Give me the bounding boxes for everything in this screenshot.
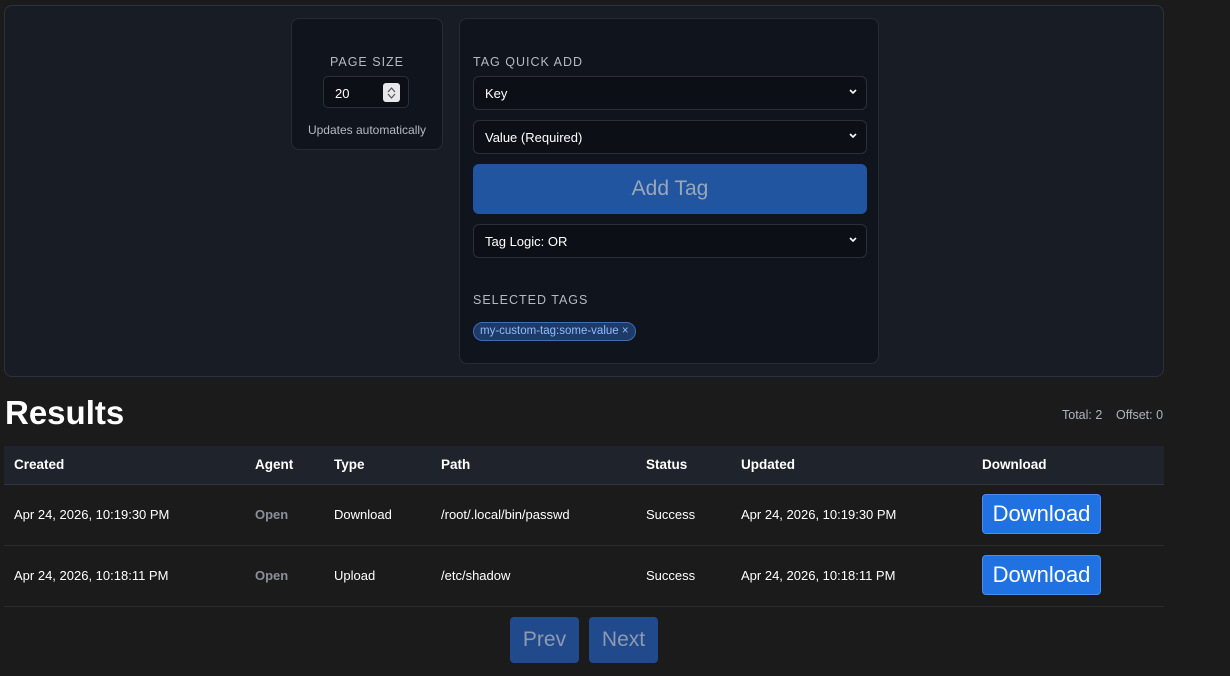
chevron-down-icon — [849, 89, 857, 95]
column-header-updated: Updated — [741, 457, 795, 472]
column-header-type: Type — [334, 457, 365, 472]
spinner-icon[interactable] — [383, 83, 400, 102]
tag-logic-select[interactable]: Tag Logic: OR — [473, 224, 867, 258]
page-size-card: PAGE SIZE 20 Updates automatically — [291, 18, 443, 150]
cell-updated: Apr 24, 2026, 10:19:30 PM — [741, 507, 897, 522]
results-table: Created Agent Type Path Status Updated D… — [4, 446, 1164, 607]
cell-type: Upload — [334, 568, 376, 583]
table-header: Created Agent Type Path Status Updated D… — [4, 446, 1164, 485]
page-size-input[interactable]: 20 — [323, 76, 409, 108]
tag-quick-add-card: TAG QUICK ADD Key Value (Required) Add T… — [459, 18, 879, 364]
column-header-status: Status — [646, 457, 688, 472]
results-title: Results — [5, 394, 125, 431]
column-header-created: Created — [14, 457, 65, 472]
cell-path: /root/.local/bin/passwd — [441, 507, 570, 522]
chevron-down-icon — [849, 237, 857, 243]
column-header-download: Download — [982, 457, 1047, 472]
value-select-value: Value (Required) — [485, 130, 583, 145]
total-count: Total: 2 — [1062, 408, 1103, 422]
page-size-hint: Updates automatically — [307, 123, 427, 137]
tag-logic-value: Tag Logic: OR — [485, 234, 568, 249]
download-button[interactable]: Download — [982, 494, 1101, 534]
cell-created: Apr 24, 2026, 10:18:11 PM — [14, 568, 169, 583]
column-header-path: Path — [441, 457, 471, 472]
page-size-label: PAGE SIZE — [329, 55, 405, 69]
prev-button[interactable]: Prev — [510, 617, 579, 663]
selected-tags-label: SELECTED TAGS — [473, 293, 589, 307]
cell-status: Success — [646, 507, 696, 522]
column-header-agent: Agent — [255, 457, 294, 472]
page-size-value: 20 — [335, 86, 350, 101]
download-button[interactable]: Download — [982, 555, 1101, 595]
tag-quick-add-label: TAG QUICK ADD — [473, 55, 584, 69]
key-select[interactable]: Key — [473, 76, 867, 110]
add-tag-button[interactable]: Add Tag — [473, 164, 867, 214]
table-row: Apr 24, 2026, 10:19:30 PM Open Download … — [4, 485, 1164, 546]
tag-chip[interactable]: my-custom-tag:some-value × — [473, 322, 636, 341]
value-select[interactable]: Value (Required) — [473, 120, 867, 154]
cell-path: /etc/shadow — [441, 568, 511, 583]
table-row: Apr 24, 2026, 10:18:11 PM Open Upload /e… — [4, 546, 1164, 607]
offset-value: Offset: 0 — [1116, 408, 1164, 422]
cell-agent-link[interactable]: Open — [255, 507, 288, 522]
chevron-down-icon — [849, 133, 857, 139]
next-button[interactable]: Next — [589, 617, 658, 663]
filter-panel: PAGE SIZE 20 Updates automatically TAG Q… — [4, 5, 1164, 377]
key-select-value: Key — [485, 86, 508, 101]
cell-updated: Apr 24, 2026, 10:18:11 PM — [741, 568, 896, 583]
cell-created: Apr 24, 2026, 10:19:30 PM — [14, 507, 170, 522]
cell-status: Success — [646, 568, 696, 583]
cell-type: Download — [334, 507, 392, 522]
cell-agent-link[interactable]: Open — [255, 568, 288, 583]
